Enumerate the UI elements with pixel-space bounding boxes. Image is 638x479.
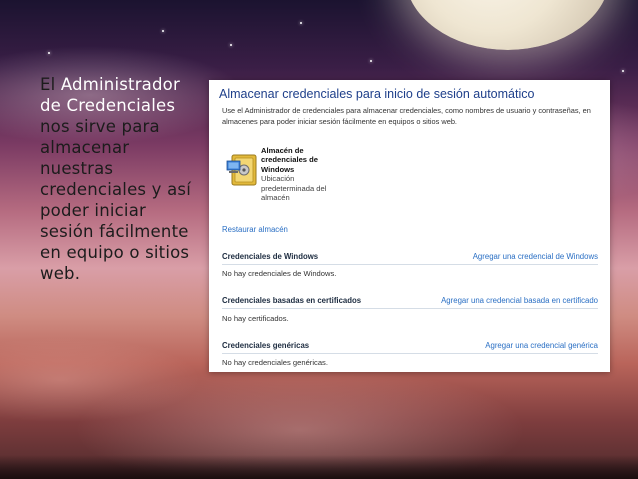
add-certificate-credential-link[interactable]: Agregar una credencial basada en certifi…: [441, 296, 598, 305]
vault-subtitle: Ubicación predeterminada del almacén: [261, 174, 327, 203]
moon-image: [405, 0, 610, 50]
restore-vault-link[interactable]: Restaurar almacén: [222, 225, 288, 234]
slide-text-highlight: Administrador de Credenciales: [40, 75, 180, 115]
star: [48, 52, 50, 54]
section-title: Credenciales de Windows: [222, 252, 319, 261]
star: [162, 30, 164, 32]
section-certificate-credentials: Credenciales basadas en certificados Agr…: [222, 294, 598, 309]
add-generic-credential-link[interactable]: Agregar una credencial genérica: [485, 341, 598, 350]
slide-text: El Administrador de Credenciales nos sir…: [40, 74, 202, 284]
vault-icon[interactable]: [226, 152, 260, 190]
section-empty-text: No hay credenciales de Windows.: [222, 269, 337, 278]
credential-manager-window: Almacenar credenciales para inicio de se…: [209, 80, 610, 372]
section-title: Credenciales basadas en certificados: [222, 296, 362, 305]
star: [300, 22, 302, 24]
star: [230, 44, 232, 46]
section-empty-text: No hay credenciales genéricas.: [222, 358, 328, 367]
page-description: Use el Administrador de credenciales par…: [222, 106, 591, 126]
section-title: Credenciales genéricas: [222, 341, 310, 350]
section-empty-text: No hay certificados.: [222, 314, 289, 323]
vault-title[interactable]: Almacén de credenciales de Windows: [261, 146, 346, 174]
section-windows-credentials: Credenciales de Windows Agregar una cred…: [222, 250, 598, 265]
vault-label[interactable]: Almacén de credenciales de Windows Ubica…: [261, 146, 346, 202]
slide-text-end: nos sirve para almacenar nuestras creden…: [40, 117, 191, 283]
page-title: Almacenar credenciales para inicio de se…: [219, 87, 535, 101]
slide-text-start: El: [40, 75, 61, 94]
landscape-silhouette: [0, 455, 638, 479]
section-generic-credentials: Credenciales genéricas Agregar una crede…: [222, 339, 598, 354]
star: [622, 70, 624, 72]
star: [370, 60, 372, 62]
add-windows-credential-link[interactable]: Agregar una credencial de Windows: [473, 252, 598, 261]
